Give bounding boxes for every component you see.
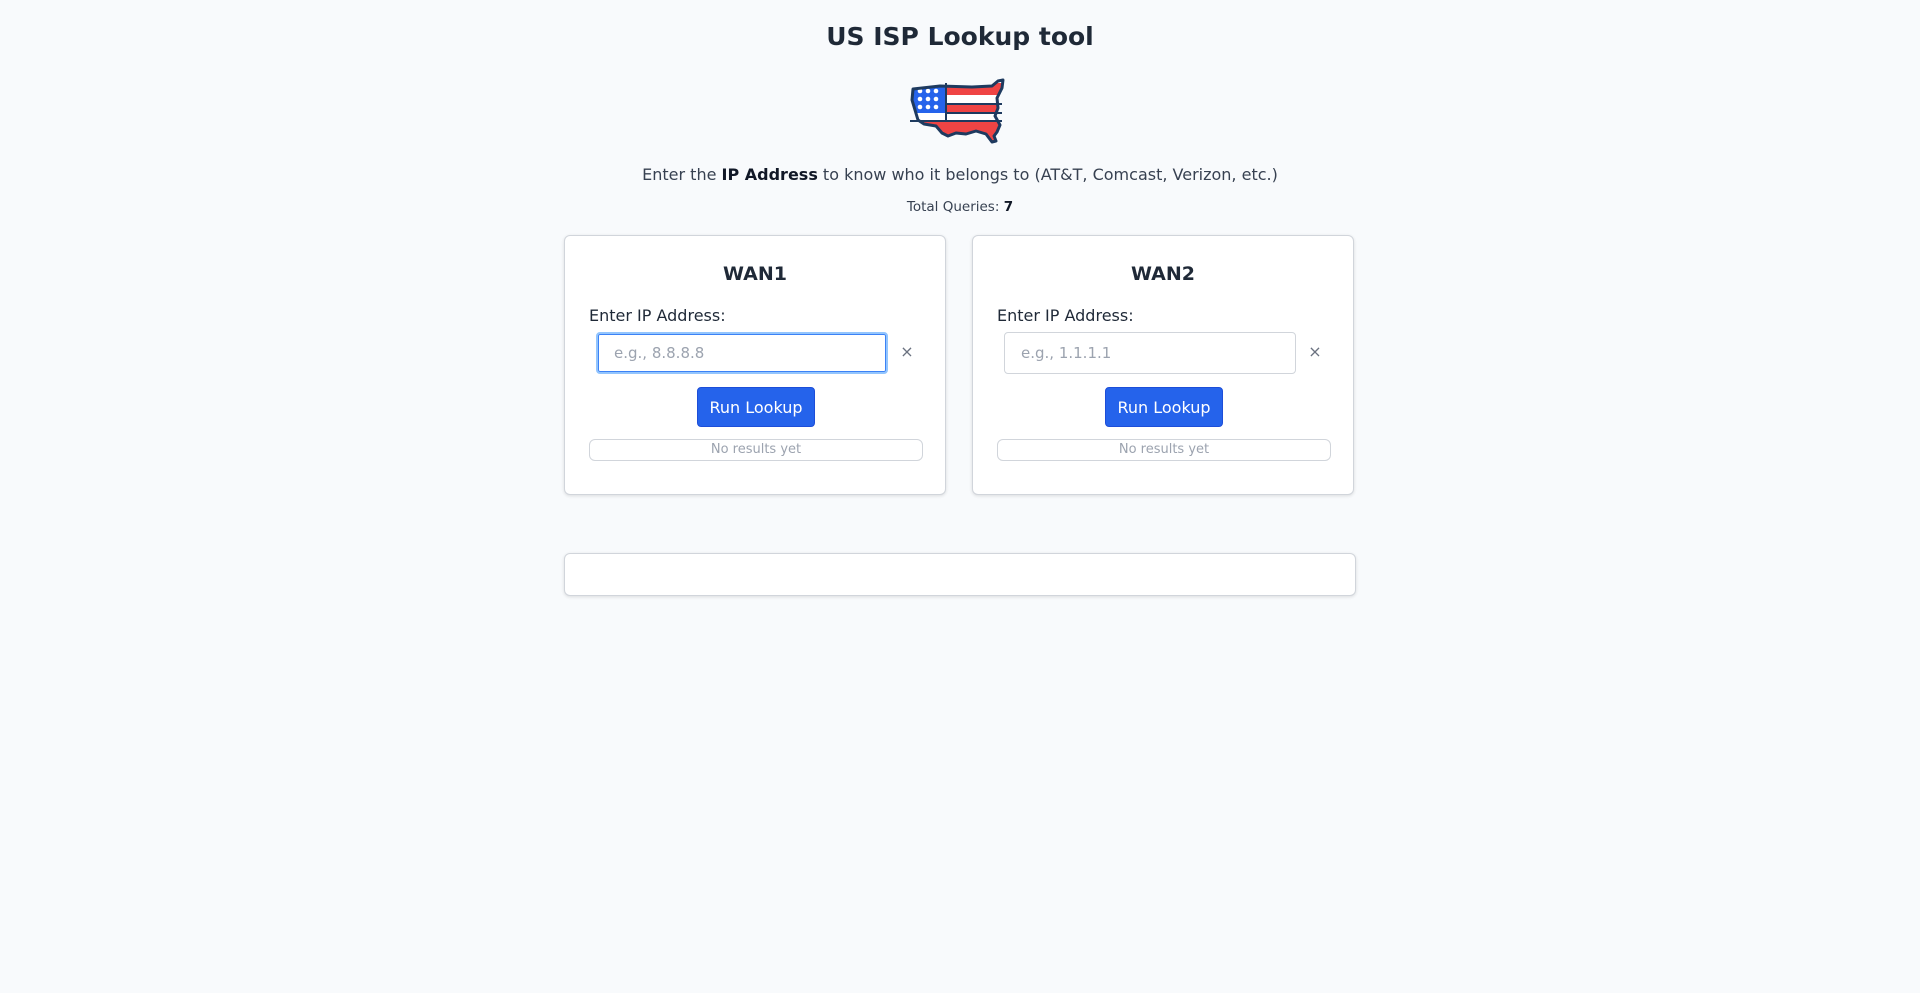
wan1-ip-label: Enter IP Address: <box>589 306 726 325</box>
wan1-clear-button[interactable]: × <box>895 340 919 364</box>
page-subtitle: Enter the IP Address to know who it belo… <box>0 165 1920 184</box>
wan2-run-lookup-button[interactable]: Run Lookup <box>1105 387 1223 427</box>
wan1-card-title: WAN1 <box>723 263 787 285</box>
wan1-results-box: No results yet <box>589 439 923 461</box>
total-queries-count: 7 <box>1003 199 1014 215</box>
subtitle-prefix: Enter the <box>642 165 722 184</box>
wan1-ip-input[interactable] <box>596 332 888 374</box>
wan2-ip-label: Enter IP Address: <box>997 306 1134 325</box>
wan2-ip-input[interactable] <box>1004 332 1296 374</box>
wan2-card-title: WAN2 <box>1131 263 1195 285</box>
wan1-run-lookup-button[interactable]: Run Lookup <box>697 387 815 427</box>
total-queries: Total Queries: 7 <box>0 199 1920 215</box>
wan1-card: WAN1 Enter IP Address: × Run Lookup No r… <box>564 235 946 495</box>
total-queries-label: Total Queries: <box>906 199 1004 215</box>
us-flag-map-icon <box>910 78 1005 144</box>
wan2-clear-button[interactable]: × <box>1303 340 1327 364</box>
wan2-card: WAN2 Enter IP Address: × Run Lookup No r… <box>972 235 1354 495</box>
bottom-output-panel <box>564 553 1356 596</box>
page: US ISP Lookup tool Enter the IP Address … <box>0 0 1920 993</box>
subtitle-ip-highlight: IP Address <box>721 165 818 184</box>
wan2-results-box: No results yet <box>997 439 1331 461</box>
subtitle-suffix: to know who it belongs to (AT&T, Comcast… <box>817 165 1278 184</box>
page-title: US ISP Lookup tool <box>826 22 1094 51</box>
